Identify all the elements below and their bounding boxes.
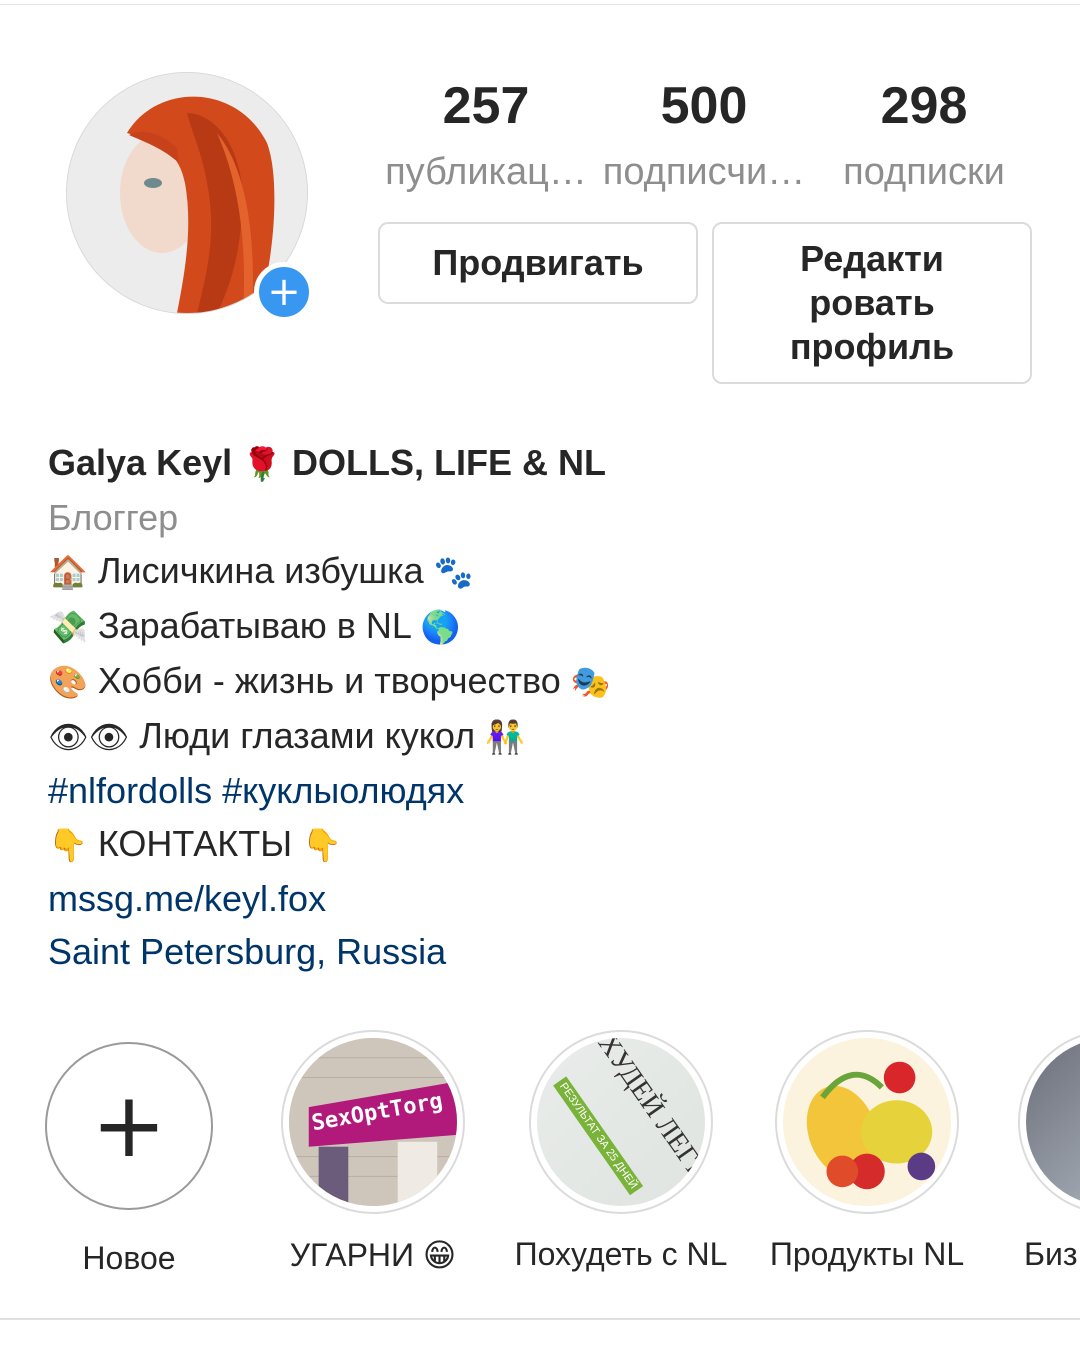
posts-label: публикац… — [385, 151, 587, 193]
bio-line: 🏠 Лисичкина избушка 🐾 — [48, 544, 1048, 599]
highlight-cover — [783, 1038, 951, 1206]
contacts-text: КОНТАКТЫ — [97, 823, 293, 864]
highlight-label: Похудеть с NL — [514, 1236, 728, 1272]
plus-icon: + — [91, 1073, 167, 1178]
profile-bio: Galya Keyl 🌹 DOLLS, LIFE & NL Блоггер 🏠 … — [48, 436, 1048, 978]
bio-line-text: Хобби - жизнь и творчество — [97, 660, 561, 701]
profile-name-rest: DOLLS, LIFE & NL — [292, 442, 606, 483]
highlight-cover-ring[interactable]: SexOptTorg — [281, 1030, 465, 1214]
highlight-label: УГАРНИ 😁 — [289, 1237, 457, 1273]
palette-icon: 🎨 — [48, 663, 88, 701]
bio-line-text: Лисичкина избушка — [97, 550, 424, 591]
theater-masks-icon: 🎭 — [570, 663, 611, 701]
promote-button[interactable]: Продвигать — [378, 222, 698, 304]
highlight-cover: ХУДЕЙ ЛЕГКО РЕЗУЛЬТАТ ЗА 25 ДНЕЙ — [537, 1038, 705, 1206]
profile-name-line: Galya Keyl 🌹 DOLLS, LIFE & NL — [48, 436, 1048, 491]
highlight-business[interactable]: Биз — [1000, 1030, 1080, 1273]
highlight-cover — [1026, 1038, 1080, 1206]
bio-line-text: Зарабатываю в NL — [97, 605, 411, 646]
stat-following[interactable]: 298 подписки — [824, 76, 1024, 196]
bio-line: 👁👁 Люди глазами кукол 👫 — [48, 709, 1048, 764]
pointing-down-icon: 👇 — [48, 826, 88, 864]
highlight-new[interactable]: + Новое — [14, 1030, 244, 1277]
highlight-cover-ring[interactable] — [1018, 1030, 1080, 1214]
followers-count: 500 — [660, 77, 748, 135]
highlight-label: Продукты NL — [769, 1236, 965, 1272]
fruits-image — [783, 1038, 951, 1206]
posts-count: 257 — [442, 77, 530, 135]
profile-category: Блоггер — [48, 497, 179, 538]
bio-hashtags[interactable]: #nlfordolls #куклыолюдях — [48, 764, 1048, 817]
highlight-lose-weight[interactable]: ХУДЕЙ ЛЕГКО РЕЗУЛЬТАТ ЗА 25 ДНЕЙ Похудет… — [506, 1030, 736, 1273]
stat-followers[interactable]: 500 подписчи… — [596, 76, 812, 196]
bio-contacts: 👇 КОНТАКТЫ 👇 — [48, 817, 1048, 872]
eyes-icon: 👁👁 — [48, 718, 130, 756]
highlight-label: Новое — [82, 1240, 176, 1276]
bio-line: 💸 Зарабатываю в NL 🌎 — [48, 599, 1048, 654]
following-count: 298 — [880, 77, 968, 135]
highlight-cover-ring[interactable] — [775, 1030, 959, 1214]
profile-name: Galya Keyl — [48, 442, 233, 483]
bio-line-text: Люди глазами кукол — [139, 715, 476, 756]
top-divider — [0, 4, 1080, 5]
followers-label: подписчи… — [602, 151, 806, 193]
following-label: подписки — [843, 151, 1005, 193]
highlight-products[interactable]: Продукты NL — [752, 1030, 982, 1273]
add-story-plus-icon[interactable]: + — [254, 262, 314, 322]
bio-line: 🎨 Хобби - жизнь и творчество 🎭 — [48, 654, 1048, 709]
pointing-down-icon: 👇 — [302, 826, 342, 864]
money-wings-icon: 💸 — [48, 608, 88, 646]
paw-prints-icon: 🐾 — [433, 553, 474, 591]
bio-location[interactable]: Saint Petersburg, Russia — [48, 925, 1048, 978]
stat-posts[interactable]: 257 публикац… — [378, 76, 594, 196]
cover-text: ХУДЕЙ ЛЕГКО — [591, 1038, 705, 1203]
highlight-cover: SexOptTorg — [289, 1038, 457, 1206]
bio-link[interactable]: mssg.me/keyl.fox — [48, 872, 1048, 925]
highlight-label: Биз — [1024, 1236, 1078, 1272]
rose-icon: 🌹 — [242, 445, 282, 483]
highlight-cover-ring[interactable]: ХУДЕЙ ЛЕГКО РЕЗУЛЬТАТ ЗА 25 ДНЕЙ — [529, 1030, 713, 1214]
bottom-divider — [0, 1318, 1080, 1320]
edit-profile-button[interactable]: Редакти ровать профиль — [712, 222, 1032, 384]
globe-icon: 🌎 — [420, 608, 461, 646]
house-icon: 🏠 — [48, 553, 88, 591]
couple-icon: 👫 — [485, 718, 525, 756]
highlight-new-circle[interactable]: + — [45, 1042, 213, 1210]
highlight-ugarni[interactable]: SexOptTorg УГАРНИ 😁 — [258, 1030, 488, 1274]
